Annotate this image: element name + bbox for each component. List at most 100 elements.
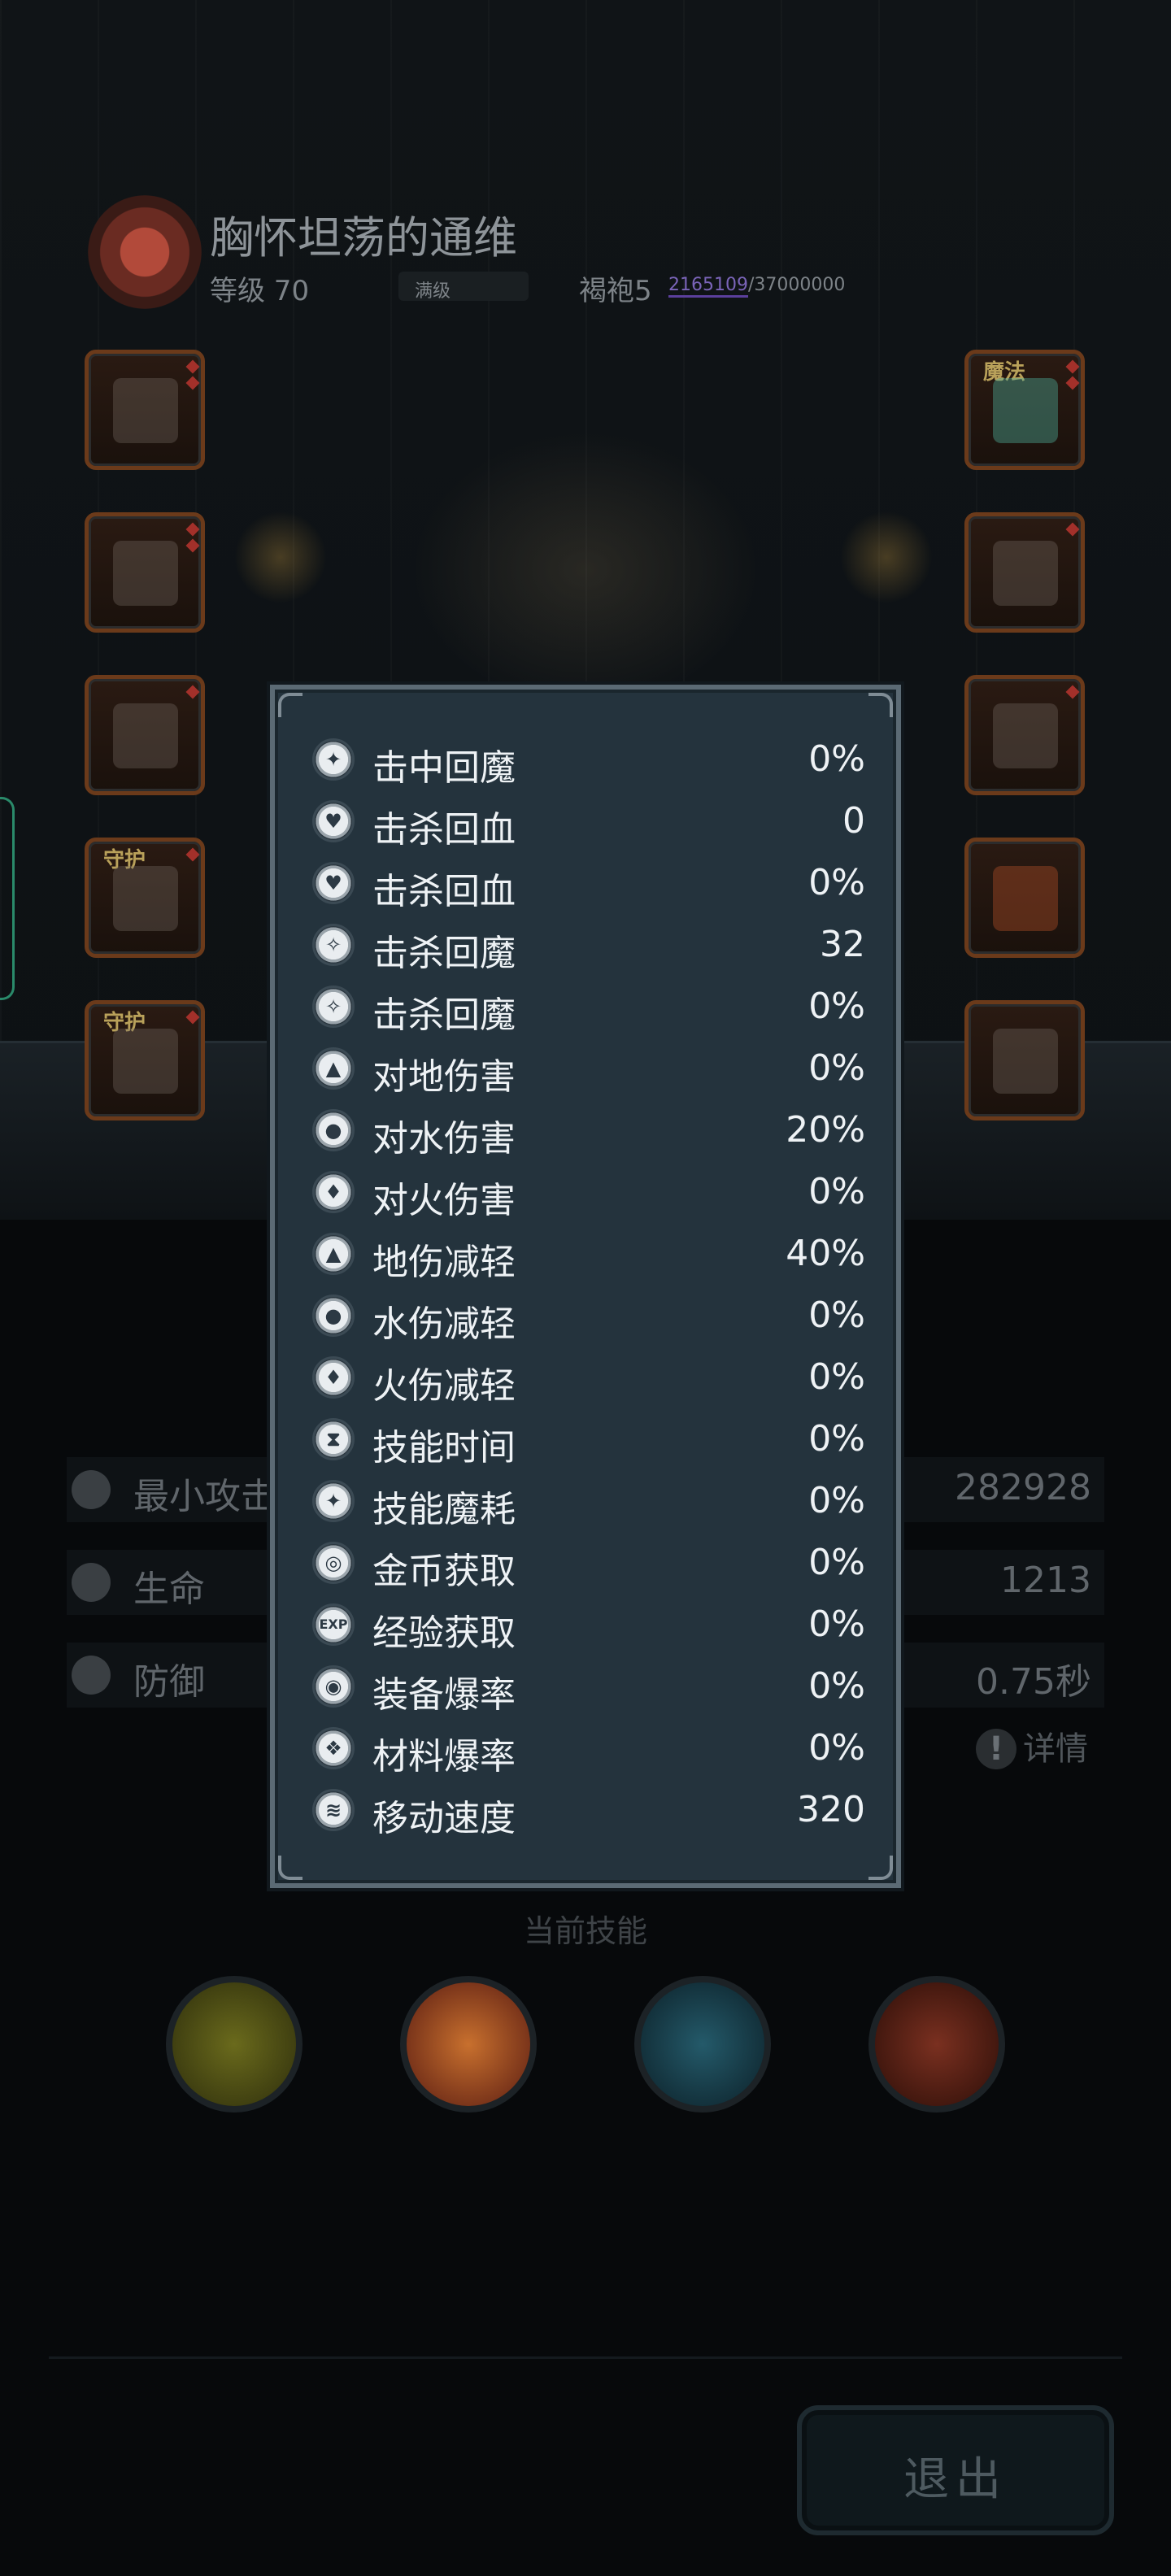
attr-value: 0: [842, 800, 865, 842]
detail-button[interactable]: ! 详情: [976, 1722, 1088, 1769]
equip-slot-armor[interactable]: [85, 512, 205, 633]
attr-value: 0%: [808, 1171, 865, 1212]
gem-icon: [1065, 359, 1080, 374]
equip-slot-guard-2[interactable]: 守护: [85, 1000, 205, 1120]
attr-label: 材料爆率: [372, 1736, 516, 1778]
kill-heal-icon: ♥: [312, 800, 355, 842]
equip-slot-guard-1[interactable]: 守护: [85, 838, 205, 958]
water-damage-icon: ●: [312, 1109, 355, 1151]
attr-label: 对地伤害: [372, 1056, 516, 1098]
helmet-icon: [113, 378, 178, 443]
attr-value: 0%: [808, 1295, 865, 1336]
exit-label: 退出: [903, 2453, 1008, 2506]
gem-icon: [185, 847, 200, 862]
attr-row: ♥ 击杀回血 0%: [312, 852, 865, 914]
hero-avatar: [88, 195, 202, 309]
exp-icon: EXP: [312, 1603, 355, 1646]
kill-heal-percent-icon: ♥: [312, 862, 355, 904]
attr-value: 0%: [808, 1665, 865, 1707]
attr-row: EXP 经验获取 0%: [312, 1594, 865, 1656]
gem-icon: [1065, 685, 1080, 699]
equip-slot-necklace[interactable]: [964, 675, 1085, 795]
equip-slot-weapon[interactable]: 魔法: [964, 350, 1085, 470]
attr-value: 0%: [808, 1047, 865, 1089]
skill-mana-cost-icon: ✦: [312, 1480, 355, 1522]
stat-label: 最小攻击: [133, 1476, 276, 1517]
water-resist-icon: ●: [312, 1295, 355, 1337]
attr-row: ✦ 技能魔耗 0%: [312, 1470, 865, 1532]
attr-row: ▲ 对地伤害 0%: [312, 1038, 865, 1099]
side-drawer-tab[interactable]: [0, 797, 15, 1000]
gem-icon: [1065, 522, 1080, 537]
attr-row: ♦ 火伤减轻 0%: [312, 1347, 865, 1408]
attr-row: ♦ 对火伤害 0%: [312, 1161, 865, 1223]
crossed-axes-skill-icon[interactable]: [868, 1976, 1005, 2113]
attr-label: 经验获取: [372, 1612, 516, 1654]
earth-damage-icon: ▲: [312, 1047, 355, 1090]
attr-value: 0%: [808, 986, 865, 1027]
equip-slot-amulet[interactable]: [964, 838, 1085, 958]
attr-label: 金币获取: [372, 1551, 516, 1592]
skills-title: 当前技能: [523, 1913, 647, 1949]
equip-slot-ring[interactable]: [964, 512, 1085, 633]
gem-icon: [185, 376, 200, 390]
attr-value: 0%: [808, 862, 865, 903]
attr-row: ◎ 金币获取 0%: [312, 1532, 865, 1594]
armor-icon: [113, 541, 178, 606]
detail-label: 详情: [1023, 1730, 1088, 1768]
attribute-popup: ✦ 击中回魔 0% ♥ 击杀回血 0 ♥ 击杀回血 0% ✧ 击杀回魔 32 ✧…: [270, 685, 901, 1888]
attr-value: 32: [820, 924, 865, 965]
gem-icon: [185, 685, 200, 699]
stat-label: 生命: [133, 1569, 205, 1610]
exit-button[interactable]: 退出: [797, 2405, 1114, 2535]
necklace-icon: [993, 703, 1058, 768]
attr-value: 20%: [786, 1109, 865, 1151]
attr-row: ✧ 击杀回魔 0%: [312, 976, 865, 1038]
explosion-skill-icon[interactable]: [400, 1976, 537, 2113]
yellow-orbs-skill-icon[interactable]: [166, 1976, 303, 2113]
attr-value: 0%: [808, 1356, 865, 1398]
heart-icon: [72, 1563, 111, 1602]
corner-ornament: [278, 693, 303, 717]
hero-level: 等级 70: [210, 275, 310, 307]
equip-slot-helmet[interactable]: [85, 350, 205, 470]
corner-ornament: [868, 693, 893, 717]
gem-icon: [185, 522, 200, 537]
earth-resist-icon: ▲: [312, 1233, 355, 1275]
corner-ornament: [868, 1856, 893, 1880]
attr-label: 地伤减轻: [372, 1242, 516, 1283]
attr-label: 火伤减轻: [372, 1365, 516, 1407]
attr-row: ✦ 击中回魔 0%: [312, 729, 865, 790]
exp-readout: 2165109/37000000: [668, 275, 846, 298]
boots-icon: [113, 703, 178, 768]
attr-value: 0%: [808, 738, 865, 780]
equip-slot-pendant[interactable]: [964, 1000, 1085, 1120]
equipment-drop-icon: ◉: [312, 1665, 355, 1708]
attr-label: 装备爆率: [372, 1674, 516, 1716]
stat-value: 1213: [1000, 1560, 1091, 1601]
sword-icon: [993, 378, 1058, 443]
ring-icon: [993, 541, 1058, 606]
pendant-icon: [993, 1029, 1058, 1094]
stat-label: 防御: [133, 1661, 205, 1703]
attr-value: 0%: [808, 1727, 865, 1769]
water-shield-skill-icon[interactable]: [634, 1976, 771, 2113]
attr-value: 40%: [786, 1233, 865, 1274]
exp-max: /37000000: [747, 275, 846, 295]
attr-label: 对火伤害: [372, 1180, 516, 1221]
fire-damage-icon: ♦: [312, 1171, 355, 1213]
boot-speed-icon: ≋: [312, 1789, 355, 1831]
attr-label: 技能时间: [372, 1427, 516, 1469]
attr-row: ● 对水伤害 20%: [312, 1099, 865, 1161]
attr-value: 0%: [808, 1603, 865, 1645]
fire-resist-icon: ♦: [312, 1356, 355, 1399]
attr-label: 击杀回魔: [372, 994, 516, 1036]
attr-value: 0%: [808, 1480, 865, 1521]
gem-icon: [185, 538, 200, 553]
max-level-badge: 满级: [415, 281, 451, 302]
stat-value: 0.75秒: [976, 1661, 1091, 1703]
attr-label: 移动速度: [372, 1798, 516, 1839]
equip-slot-boots[interactable]: [85, 675, 205, 795]
exclamation-icon: !: [976, 1729, 1016, 1769]
attr-label: 击杀回魔: [372, 933, 516, 974]
